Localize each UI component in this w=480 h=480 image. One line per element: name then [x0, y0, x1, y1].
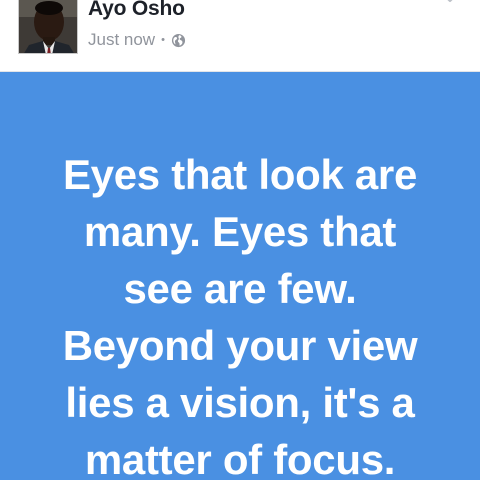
quote-line: Eyes that look are [62, 151, 418, 198]
post-meta: Just now • [88, 29, 186, 51]
quote-line: many. Eyes that [83, 208, 397, 255]
quote-line: lies a vision, it's a [65, 379, 415, 426]
quote-line: matter of focus. [84, 436, 396, 480]
avatar[interactable] [18, 0, 78, 54]
author-name[interactable]: Ayo Osho [88, 0, 185, 21]
meta-separator: • [161, 34, 165, 46]
post-header: Ayo Osho Just now • [0, 0, 480, 72]
quote-text: Eyes that look are many. Eyes that see a… [0, 146, 480, 480]
globe-icon[interactable] [171, 33, 186, 48]
post-timestamp[interactable]: Just now [88, 30, 155, 50]
avatar-photo [19, 0, 77, 53]
quote-line: Beyond your view [62, 322, 418, 369]
chevron-down-icon[interactable] [438, 0, 462, 8]
quote-line: see are few. [123, 265, 357, 312]
quote-panel: Eyes that look are many. Eyes that see a… [0, 72, 480, 480]
